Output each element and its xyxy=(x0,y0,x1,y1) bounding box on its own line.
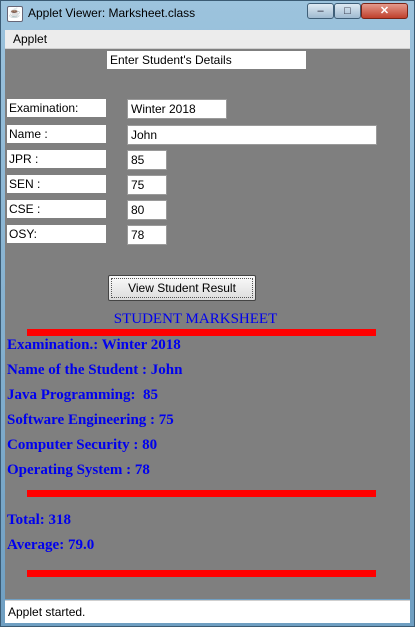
menu-applet[interactable]: Applet xyxy=(13,32,47,46)
maximize-button[interactable]: □ xyxy=(334,3,361,19)
result-total: Total: 318 xyxy=(7,512,72,528)
sen-input[interactable] xyxy=(127,175,167,195)
marksheet-title: STUDENT MARKSHEET xyxy=(113,311,278,327)
osy-input[interactable] xyxy=(127,225,167,245)
cse-input[interactable] xyxy=(127,200,167,220)
examination-input[interactable] xyxy=(127,99,227,119)
result-student-name: Name of the Student : John xyxy=(7,362,183,378)
cse-label: CSE : xyxy=(7,200,106,218)
jpr-label: JPR : xyxy=(7,150,106,168)
status-text: Applet started. xyxy=(8,605,86,619)
form-header-label: Enter Student's Details xyxy=(107,51,306,69)
osy-label: OSY: xyxy=(7,225,106,243)
status-bar: Applet started. xyxy=(5,600,410,623)
view-student-result-button[interactable]: View Student Result xyxy=(108,275,256,301)
window-title: Applet Viewer: Marksheet.class xyxy=(28,6,196,20)
jpr-input[interactable] xyxy=(127,150,167,170)
divider-middle xyxy=(27,490,376,497)
menu-bar: Applet xyxy=(5,30,410,49)
close-button[interactable]: ✕ xyxy=(361,3,408,19)
result-java-programming: Java Programming: 85 xyxy=(7,387,158,403)
examination-label: Examination: xyxy=(7,99,106,117)
sen-label: SEN : xyxy=(7,175,106,193)
name-label: Name : xyxy=(7,125,106,143)
result-software-engineering: Software Engineering : 75 xyxy=(7,412,174,428)
result-average: Average: 79.0 xyxy=(7,537,95,553)
divider-top xyxy=(27,329,376,336)
result-examination: Examination.: Winter 2018 xyxy=(7,337,181,353)
applet-viewer-window: ☕ Applet Viewer: Marksheet.class – □ ✕ A… xyxy=(0,0,415,627)
divider-bottom xyxy=(27,570,376,577)
applet-canvas: Enter Student's Details Examination: Nam… xyxy=(5,49,410,599)
minimize-button[interactable]: – xyxy=(307,3,334,19)
result-operating-system: Operating System : 78 xyxy=(7,462,150,478)
java-applet-icon: ☕ xyxy=(7,6,23,22)
title-bar[interactable]: ☕ Applet Viewer: Marksheet.class – □ ✕ xyxy=(1,1,414,27)
result-computer-security: Computer Security : 80 xyxy=(7,437,158,453)
name-input[interactable] xyxy=(127,125,377,145)
